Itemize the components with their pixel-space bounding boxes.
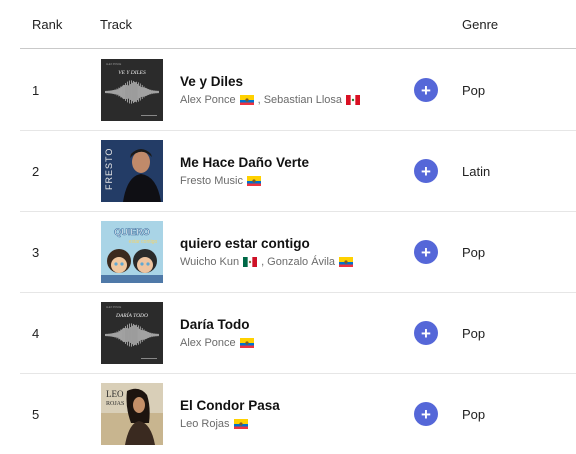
track-rank: 2 [32,164,40,179]
plus-icon: + [421,80,431,100]
track-rank: 3 [32,245,40,260]
svg-text:DARÍA TODO: DARÍA TODO [115,311,148,319]
chart-table: Rank Track Genre 1 VE Y DILES ALEX PONCE… [0,0,576,452]
track-artists: Wuicho Kun, Gonzalo Ávila [180,256,354,268]
artist-link[interactable]: Sebastian Llosa [264,94,342,106]
table-row[interactable]: 3 QUIERO estar contigo quiero estar cont… [20,211,576,293]
album-cover[interactable]: QUIERO estar contigo [101,221,163,283]
track-artists: Alex Ponce, Sebastian Llosa [180,94,360,106]
album-cover[interactable]: DARÍA TODO ALEX PONCE [101,302,163,364]
plus-icon: + [421,161,431,181]
header-rank: Rank [32,17,63,32]
table-row[interactable]: 1 VE Y DILES ALEX PONCE Ve y Diles Alex … [20,49,576,131]
album-cover[interactable]: LEO ROJAS [101,383,163,445]
track-title[interactable]: Me Hace Daño Verte [180,155,309,170]
table-header: Rank Track Genre [20,0,576,49]
track-artists: Leo Rojas [180,418,248,430]
table-row[interactable]: 4 DARÍA TODO ALEX PONCE Daría Todo Alex … [20,292,576,374]
track-title[interactable]: El Condor Pasa [180,398,280,413]
artist-link[interactable]: Alex Ponce [180,94,236,106]
svg-text:ALEX PONCE: ALEX PONCE [106,63,122,66]
add-track-button[interactable]: + [414,240,438,264]
svg-text:QUIERO: QUIERO [114,227,150,237]
track-genre: Latin [462,164,491,179]
flag-ecuador-icon [239,338,254,348]
header-track: Track [100,17,133,32]
add-track-button[interactable]: + [414,159,438,183]
album-cover[interactable]: FRESTO [101,140,163,202]
album-cover[interactable]: VE Y DILES ALEX PONCE [101,59,163,121]
svg-text:ALEX PONCE: ALEX PONCE [106,306,122,309]
table-row[interactable]: 5 LEO ROJAS El Condor Pasa Leo Rojas + P… [20,373,576,454]
track-genre: Pop [462,407,486,422]
track-genre: Pop [462,326,486,341]
svg-text:LEO: LEO [106,389,124,399]
flag-ecuador-icon [233,419,248,429]
artist-link[interactable]: Gonzalo Ávila [267,256,335,268]
flag-ecuador-icon [246,176,261,186]
track-genre: Pop [462,245,486,260]
plus-icon: + [421,404,431,424]
artist-separator: , [261,256,265,268]
svg-text:VE Y DILES: VE Y DILES [118,70,146,76]
track-rank: 1 [32,83,40,98]
track-title[interactable]: Daría Todo [180,317,250,332]
svg-text:ROJAS: ROJAS [106,401,124,407]
artist-link[interactable]: Alex Ponce [180,337,236,349]
track-rank: 5 [32,407,40,422]
artist-separator: , [257,94,261,106]
track-genre: Pop [462,83,486,98]
add-track-button[interactable]: + [414,78,438,102]
flag-ecuador-icon [339,257,354,267]
artist-link[interactable]: Fresto Music [180,175,243,187]
track-title[interactable]: quiero estar contigo [180,236,310,251]
add-track-button[interactable]: + [414,321,438,345]
svg-text:FRESTO: FRESTO [104,148,114,190]
table-row[interactable]: 2 FRESTO Me Hace Daño Verte Fresto Music… [20,130,576,212]
track-title[interactable]: Ve y Diles [180,74,243,89]
svg-text:estar contigo: estar contigo [129,239,158,245]
add-track-button[interactable]: + [414,402,438,426]
track-artists: Alex Ponce [180,337,254,349]
flag-mexico-icon [243,257,258,267]
artist-link[interactable]: Leo Rojas [180,418,230,430]
plus-icon: + [421,242,431,262]
header-genre: Genre [462,17,499,32]
flag-ecuador-icon [239,95,254,105]
track-rank: 4 [32,326,40,341]
flag-peru-icon [346,95,360,105]
artist-link[interactable]: Wuicho Kun [180,256,239,268]
plus-icon: + [421,323,431,343]
track-artists: Fresto Music [180,175,261,187]
